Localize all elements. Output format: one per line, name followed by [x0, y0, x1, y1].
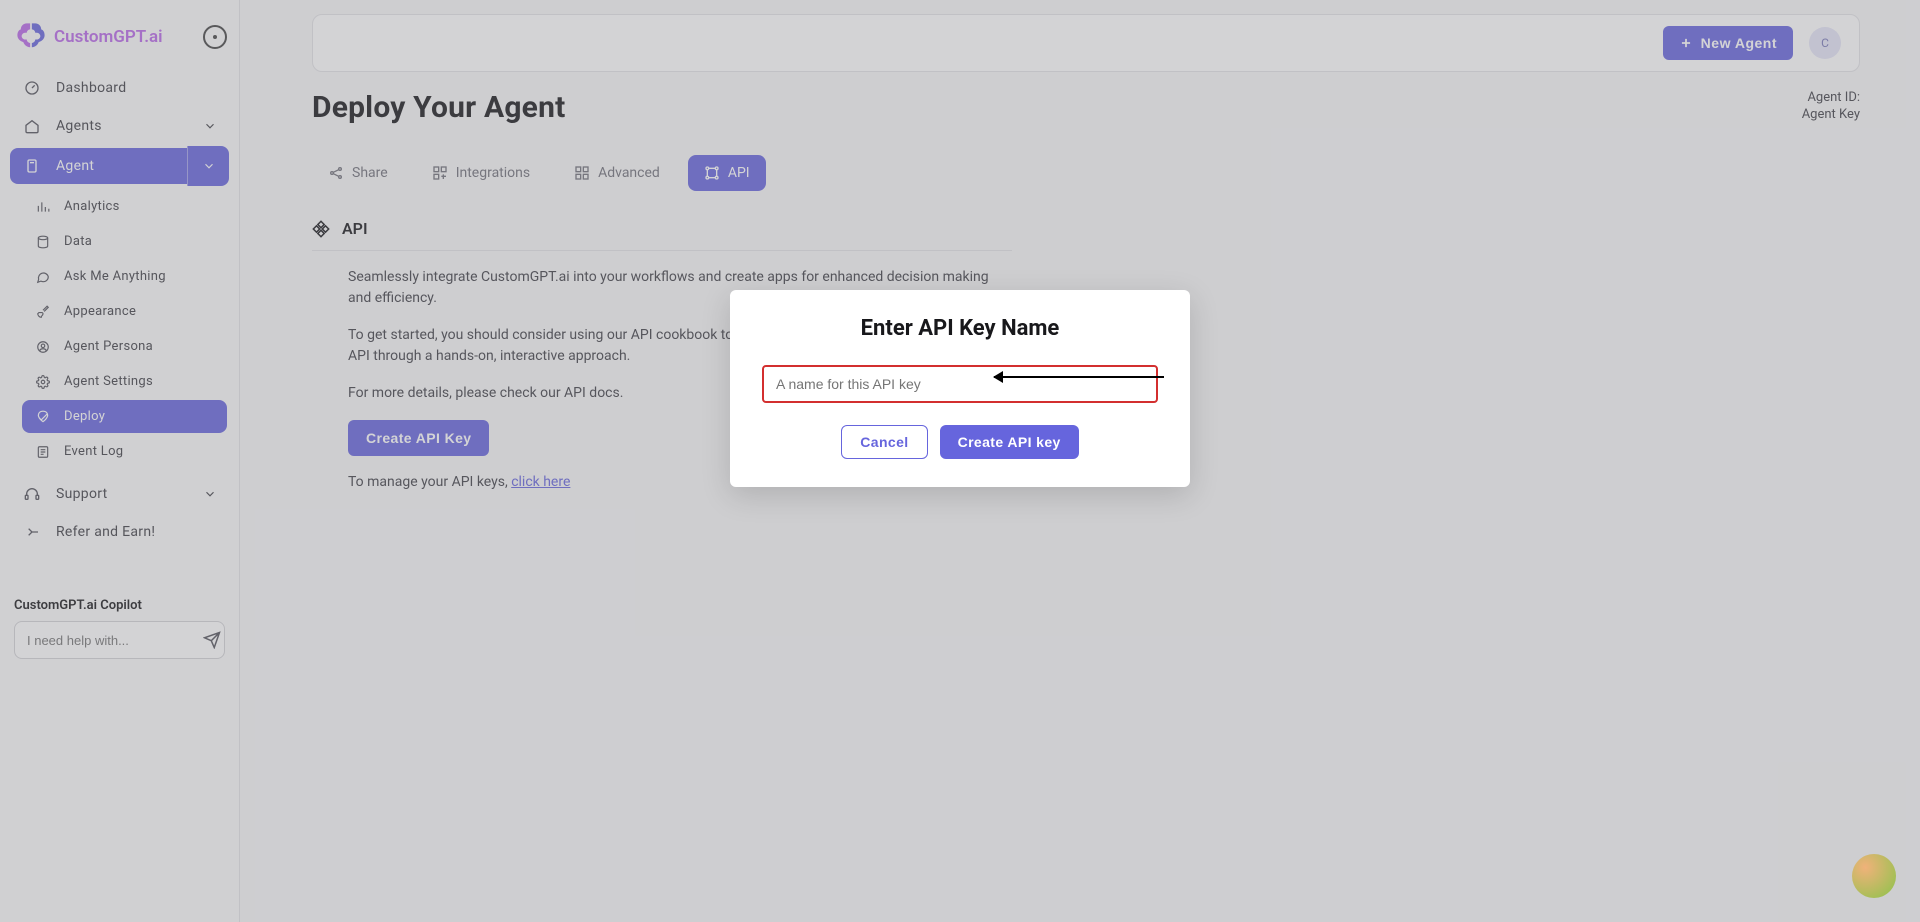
api-key-name-input[interactable] [762, 365, 1158, 403]
api-key-name-modal: Enter API Key Name Cancel Create API key [730, 290, 1190, 487]
annotation-arrow [994, 376, 1164, 378]
modal-overlay[interactable]: Enter API Key Name Cancel Create API key [0, 0, 1920, 922]
create-api-key-submit-button[interactable]: Create API key [940, 425, 1079, 459]
chat-fab[interactable] [1852, 854, 1896, 898]
modal-title: Enter API Key Name [762, 316, 1158, 341]
cancel-button[interactable]: Cancel [841, 425, 927, 459]
